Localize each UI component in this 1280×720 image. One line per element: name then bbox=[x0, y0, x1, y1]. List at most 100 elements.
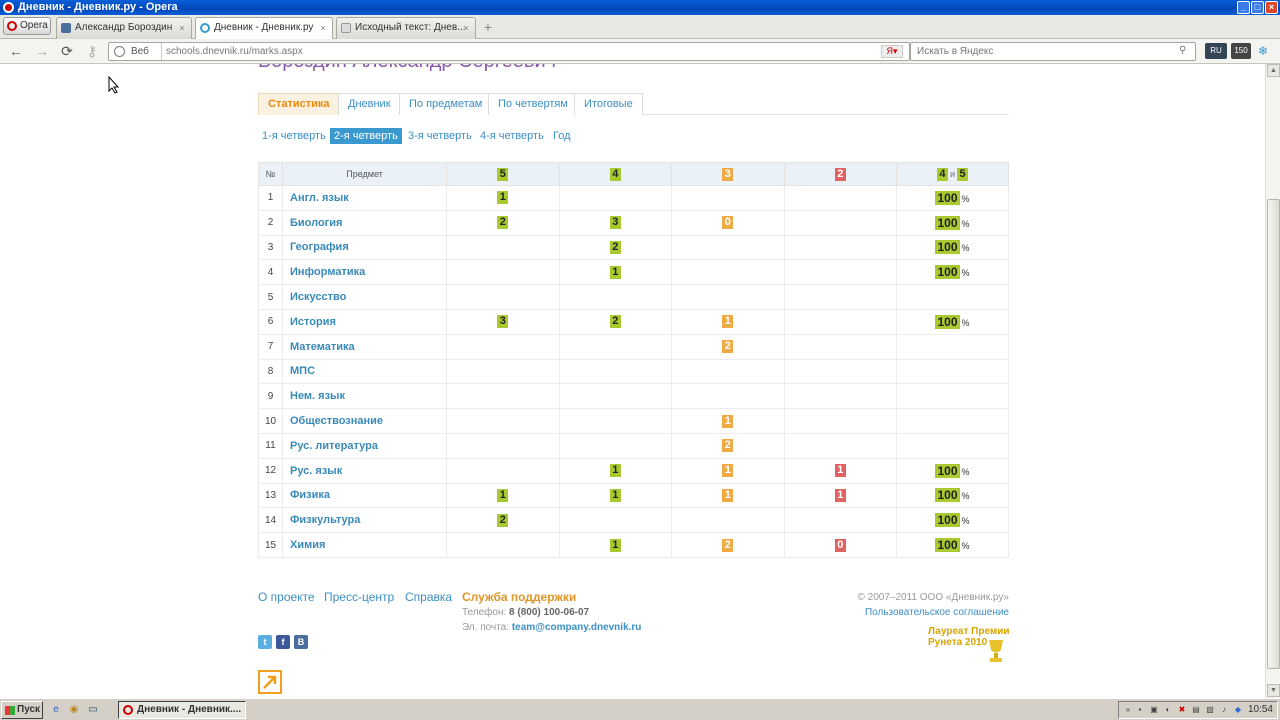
subject-link[interactable]: География bbox=[282, 234, 447, 261]
header-subject: Предмет bbox=[282, 162, 447, 186]
subject-link[interactable]: Англ. язык bbox=[282, 185, 447, 211]
tab-diary[interactable]: Дневник bbox=[338, 93, 401, 115]
row-number: 7 bbox=[258, 333, 283, 360]
grade-cell-3: 0 bbox=[671, 209, 785, 236]
tray-security-icon[interactable]: ◆ bbox=[1233, 705, 1243, 715]
grade-count-badge: 2 bbox=[722, 340, 734, 354]
minimize-button[interactable]: _ bbox=[1237, 1, 1250, 14]
close-tab-icon[interactable]: × bbox=[461, 23, 471, 33]
tray-device-icon[interactable]: ▧ bbox=[1205, 705, 1215, 715]
search-input[interactable] bbox=[917, 43, 1167, 60]
subject-link[interactable]: Биология bbox=[282, 209, 447, 236]
about-link[interactable]: О проекте bbox=[258, 590, 315, 604]
tab-vk[interactable]: Александр Бороздин × bbox=[56, 17, 192, 39]
page-scrollbar[interactable]: ▲ ▼ bbox=[1265, 64, 1280, 698]
subject-link[interactable]: Искусство bbox=[282, 284, 447, 310]
tab-statistics[interactable]: Статистика bbox=[258, 93, 340, 115]
quarter-3-link[interactable]: 3-я четверть bbox=[408, 128, 472, 144]
user-agreement-link[interactable]: Пользовательское соглашение bbox=[865, 607, 1009, 618]
subject-link[interactable]: Информатика bbox=[282, 259, 447, 286]
maximize-button[interactable]: □ bbox=[1251, 1, 1264, 14]
table-row: 13 Физика 1 1 1 1 100% bbox=[258, 482, 1009, 509]
grade-cell-4: 1 bbox=[558, 482, 672, 509]
good-grades-percent-cell bbox=[896, 383, 1009, 410]
quarter-1-link[interactable]: 1-я четверть bbox=[262, 128, 326, 144]
tab-label: Дневник - Дневник.ру bbox=[214, 22, 314, 33]
close-window-button[interactable]: × bbox=[1265, 1, 1278, 14]
scroll-thumb[interactable] bbox=[1267, 199, 1280, 669]
grade-cell-4 bbox=[558, 333, 672, 360]
subject-link[interactable]: Нем. язык bbox=[282, 383, 447, 410]
web-page: Бороздин Александр Сергеевич Статистика … bbox=[0, 64, 1265, 698]
email-link[interactable]: team@company.dnevnik.ru bbox=[512, 622, 642, 633]
good-grades-percent-cell: 100% bbox=[896, 532, 1009, 558]
grade-cell-2 bbox=[783, 432, 897, 459]
quarter-4-link[interactable]: 4-я четверть bbox=[480, 128, 544, 144]
help-link[interactable]: Справка bbox=[405, 590, 452, 604]
desktop-quicklaunch-icon[interactable]: ▭ bbox=[86, 703, 100, 717]
grade-2-badge: 2 bbox=[834, 167, 846, 181]
subject-link[interactable]: Обществознание bbox=[282, 408, 447, 434]
subject-link[interactable]: МПС bbox=[282, 358, 447, 385]
forward-arrow-icon[interactable]: → bbox=[34, 43, 50, 59]
facebook-icon[interactable]: f bbox=[276, 635, 290, 649]
search-icon[interactable]: ⚲ bbox=[1179, 45, 1191, 57]
tab-final[interactable]: Итоговые bbox=[574, 93, 643, 115]
subject-link[interactable]: Физика bbox=[282, 482, 447, 509]
tab-by-quarters[interactable]: По четвертям bbox=[488, 93, 578, 115]
weather-extension-icon[interactable]: ❄ bbox=[1255, 43, 1271, 59]
table-row: 1 Англ. язык 1 100% bbox=[258, 185, 1009, 211]
subject-link[interactable]: Рус. литература bbox=[282, 432, 447, 459]
tab-source[interactable]: Исходный текст: Днев... × bbox=[336, 17, 476, 39]
grade-count-badge: 1 bbox=[609, 464, 621, 478]
grade-4-badge: 4 bbox=[936, 167, 948, 181]
press-center-link[interactable]: Пресс-центр bbox=[324, 590, 394, 604]
tray-network-icon[interactable]: ▣ bbox=[1149, 705, 1159, 715]
search-box[interactable]: ⚲ bbox=[910, 42, 1196, 61]
year-link[interactable]: Год bbox=[553, 128, 571, 144]
percent-sign: % bbox=[961, 268, 970, 279]
language-extension-icon[interactable]: RU bbox=[1205, 43, 1227, 59]
subject-link[interactable]: Химия bbox=[282, 532, 447, 558]
quarter-2-link[interactable]: 2-я четверть bbox=[330, 128, 402, 144]
scroll-down-icon[interactable]: ▼ bbox=[1267, 684, 1280, 697]
grade-cell-5: 1 bbox=[446, 482, 560, 509]
media-quicklaunch-icon[interactable]: ◉ bbox=[67, 703, 81, 717]
close-tab-icon[interactable]: × bbox=[177, 23, 187, 33]
tab-dnevnik[interactable]: Дневник - Дневник.ру × bbox=[195, 17, 333, 40]
twitter-icon[interactable]: t bbox=[258, 635, 272, 649]
new-tab-plus-icon[interactable]: + bbox=[480, 20, 496, 34]
key-icon[interactable]: ⚷ bbox=[84, 43, 100, 59]
percent-badge: 100 bbox=[935, 463, 960, 478]
support-email: Эл. почта: team@company.dnevnik.ru bbox=[462, 622, 641, 633]
yandex-dropdown-icon[interactable]: Я▾ bbox=[881, 45, 903, 58]
copyright: © 2007–2011 ООО «Дневник.ру» bbox=[857, 592, 1009, 603]
subject-link[interactable]: Математика bbox=[282, 333, 447, 360]
address-bar[interactable]: Веб schools.dnevnik.ru/marks.aspx Я▾ bbox=[108, 42, 910, 61]
ie-quicklaunch-icon[interactable]: e bbox=[49, 703, 63, 717]
tray-volume-icon[interactable]: ◐ bbox=[1163, 705, 1173, 715]
tab-label: Александр Бороздин bbox=[75, 22, 173, 33]
subject-link[interactable]: Рус. язык bbox=[282, 457, 447, 484]
dnevnik-logo[interactable] bbox=[258, 670, 282, 694]
counter-extension-icon[interactable]: 150 bbox=[1231, 43, 1251, 59]
taskbar-opera-window[interactable]: Дневник - Дневник.... bbox=[118, 701, 246, 719]
close-tab-icon[interactable]: × bbox=[318, 23, 328, 33]
grade-cell-3 bbox=[671, 234, 785, 261]
subject-link[interactable]: История bbox=[282, 308, 447, 335]
url-text[interactable]: schools.dnevnik.ru/marks.aspx bbox=[161, 43, 303, 60]
tray-app-icon[interactable]: ▪ bbox=[1135, 705, 1145, 715]
tray-sound-icon[interactable]: ♪ bbox=[1219, 705, 1229, 715]
grade-cell-3: 1 bbox=[671, 408, 785, 434]
scroll-up-icon[interactable]: ▲ bbox=[1267, 64, 1280, 77]
tray-update-icon[interactable]: ▤ bbox=[1191, 705, 1201, 715]
tab-by-subjects[interactable]: По предметам bbox=[399, 93, 493, 115]
opera-menu-button[interactable]: Opera bbox=[3, 17, 51, 35]
tray-antivirus-icon[interactable]: ✖ bbox=[1177, 705, 1187, 715]
start-button[interactable]: Пуск bbox=[1, 701, 43, 719]
tray-arrow-icon[interactable]: « bbox=[1123, 705, 1133, 715]
back-arrow-icon[interactable]: ← bbox=[8, 43, 24, 59]
reload-icon[interactable]: ⟳ bbox=[59, 43, 75, 59]
subject-link[interactable]: Физкультура bbox=[282, 507, 447, 534]
vkontakte-icon[interactable]: B bbox=[294, 635, 308, 649]
